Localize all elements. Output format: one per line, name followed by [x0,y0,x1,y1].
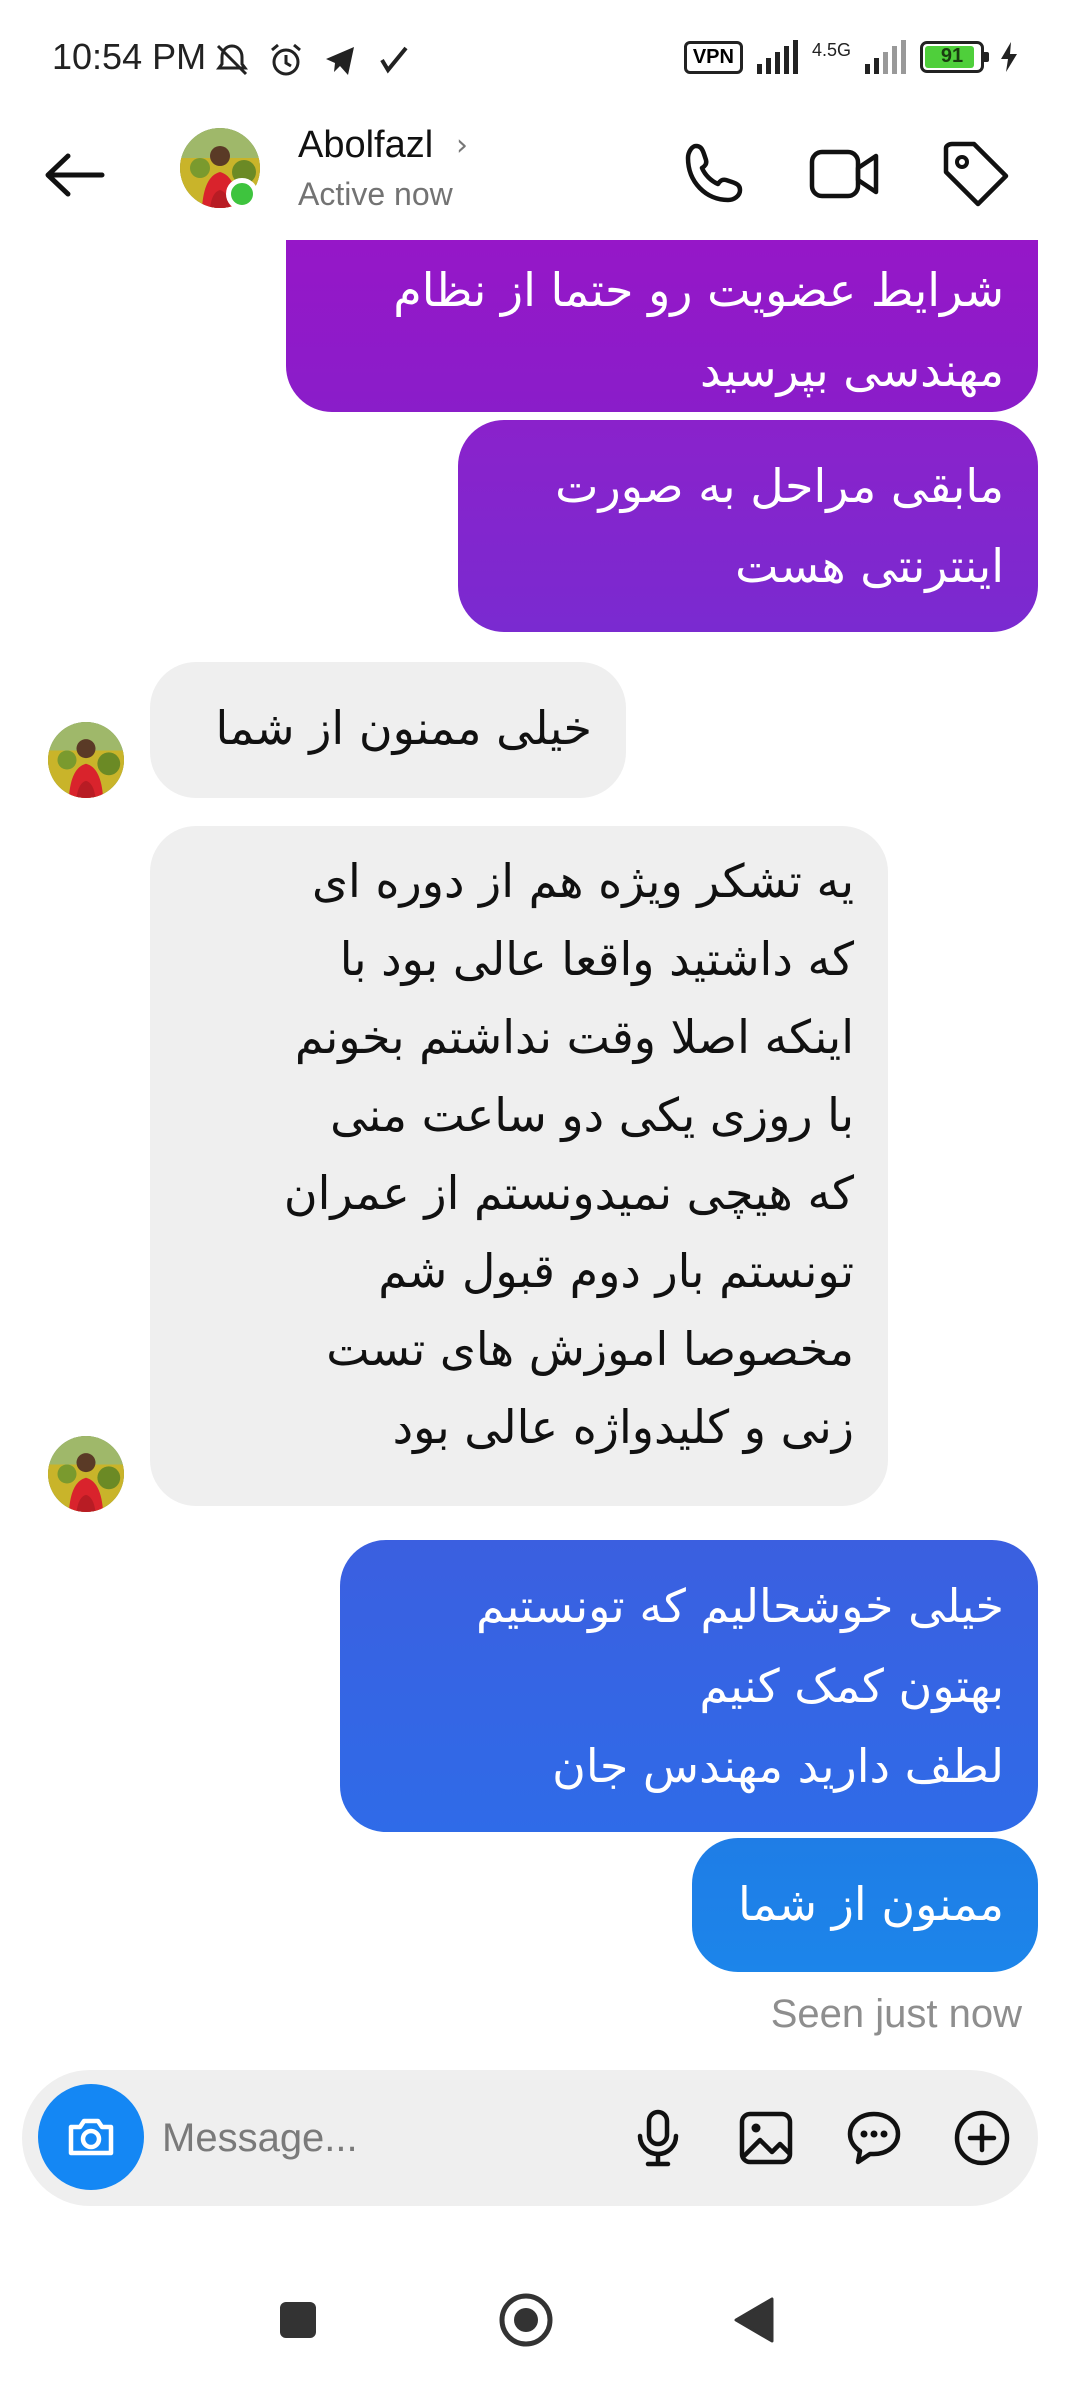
battery-percent: 91 [940,45,964,67]
microphone-icon[interactable] [626,2106,690,2170]
avatar-image [48,1436,124,1512]
chat-header: Abolfazl › Active now [0,120,1080,240]
message-line: مابقی مراحل به صورت [555,459,1004,513]
message-line: لطف دارید مهندس جان [552,1739,1004,1793]
check-icon [380,46,408,74]
incoming-message[interactable]: یه تشکر ویژه هم از دوره ای که داشتید واق… [150,826,888,1506]
message-line: که داشتید واقعا عالی بود با [339,932,854,986]
telegram-icon [326,47,354,75]
message-line: یه تشکر ویژه هم از دوره ای [312,854,854,908]
outgoing-message[interactable]: ممنون از شما [692,1838,1038,1972]
message-line: زنی و کلیدواژه عالی بود [392,1400,854,1454]
phone-icon[interactable] [676,136,752,212]
muted-bell-icon [216,44,248,76]
battery-icon: 91 [920,41,989,73]
image-icon[interactable] [734,2106,798,2170]
contact-status: Active now [298,176,453,212]
message-line: خیلی ممنون از شما [215,701,592,755]
recent-apps-icon [280,2302,316,2338]
network-type: 4.5G [811,39,851,60]
recent-apps-button[interactable] [258,2280,338,2360]
home-icon [499,2293,553,2347]
sender-avatar[interactable] [48,1436,124,1512]
message-line: تونستم بار دوم قبول شم [378,1244,854,1298]
message-line: خیلی خوشحالیم که تونستیم [475,1579,1004,1633]
message-line: بهتون کمک کنیم [699,1659,1004,1713]
message-input[interactable] [162,2108,582,2168]
back-triangle-icon [734,2297,774,2343]
camera-icon [68,2118,114,2156]
incoming-message[interactable]: خیلی ممنون از شما [150,662,626,798]
sender-avatar[interactable] [48,722,124,798]
message-line: اینترنتی هست [735,539,1004,593]
seen-receipt: Seen just now [770,1992,1022,2036]
alarm-icon [271,43,301,76]
signal-2-icon [865,40,906,74]
outgoing-message[interactable]: شرایط عضویت رو حتما از نظام مهندسی بپرسی… [286,240,1038,412]
sticker-icon[interactable] [842,2106,906,2170]
signal-icon [756,40,798,74]
status-system-icons: VPN 4.5G 91 [683,39,1020,74]
message-line: که هیچی نمیدونستم از عمران [283,1166,854,1220]
message-line: مخصوصا اموزش های تست [326,1322,854,1376]
back-arrow-icon[interactable] [40,140,110,210]
home-button[interactable] [486,2280,566,2360]
contact-name[interactable]: Abolfazl [298,124,433,167]
message-line: شرایط عضویت رو حتما از نظام [393,263,1004,317]
outgoing-message[interactable]: مابقی مراحل به صورت اینترنتی هست [458,420,1038,632]
status-bar: 10:54 PM VPN 4.5G 91 [0,0,1080,120]
message-line: اینکه اصلا وقت نداشتم بخونم [294,1010,854,1064]
message-line: با روزی یکی دو ساعت منی [330,1088,854,1142]
status-time: 10:54 PM [52,36,207,77]
video-camera-icon[interactable] [806,136,882,212]
system-back-button[interactable] [714,2280,794,2360]
system-nav-bar [0,2240,1080,2400]
message-composer [22,2070,1038,2206]
chevron-right-icon[interactable]: › [456,128,468,163]
vpn-badge: VPN [683,40,743,74]
message-line: ممنون از شما [737,1877,1004,1931]
status-notification-icons [212,40,414,80]
charging-icon [1001,42,1017,72]
tag-icon[interactable] [936,136,1012,212]
avatar-image [48,722,124,798]
outgoing-message[interactable]: خیلی خوشحالیم که تونستیم بهتون کمک کنیم … [340,1540,1038,1832]
camera-button[interactable] [38,2084,144,2190]
plus-circle-icon[interactable] [950,2106,1014,2170]
message-line: مهندسی بپرسید [699,343,1004,397]
message-thread[interactable]: شرایط عضویت رو حتما از نظام مهندسی بپرسی… [0,240,1080,2050]
online-indicator [226,178,258,210]
